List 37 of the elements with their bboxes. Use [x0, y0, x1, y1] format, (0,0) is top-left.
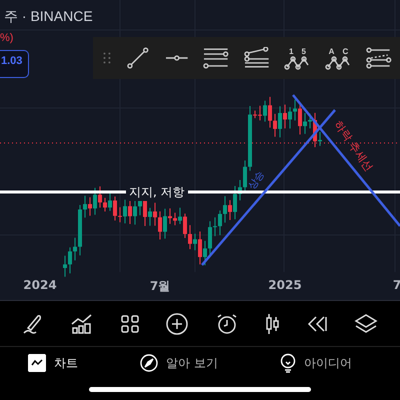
axis-label: 7: [392, 278, 400, 292]
support-label: 지지, 저항: [126, 184, 188, 201]
price-box[interactable]: 1.03: [0, 50, 30, 78]
grid-icon[interactable]: [120, 314, 139, 332]
uptrend-label: 상승: [246, 169, 267, 192]
zigzag-icon[interactable]: [325, 56, 352, 70]
wave-label: 1: [289, 46, 294, 56]
rewind-icon[interactable]: [306, 316, 327, 332]
bar-chart-icon[interactable]: [71, 314, 94, 334]
channel-icon[interactable]: [366, 47, 392, 69]
add-icon[interactable]: [166, 312, 188, 334]
zigzag-icon[interactable]: [284, 56, 310, 70]
compass-icon: [140, 354, 158, 372]
multi-line-icon[interactable]: [244, 47, 270, 69]
candlestick-icon[interactable]: [265, 312, 280, 334]
wave-label: 5: [301, 46, 306, 56]
layers-icon[interactable]: [354, 312, 378, 334]
alarm-clock-icon[interactable]: [216, 312, 238, 334]
tab[interactable]: 알아 보기: [140, 354, 218, 372]
axis-label: 2025: [268, 278, 302, 292]
chart-icon: [28, 354, 46, 372]
axis-label: 7월: [150, 278, 170, 295]
uptrend-line[interactable]: [201, 109, 336, 266]
wave-label: A: [328, 46, 334, 56]
drag-handle-icon[interactable]: [103, 52, 111, 64]
parallel-lines-icon[interactable]: [203, 47, 229, 69]
trend-line-icon[interactable]: [126, 47, 150, 69]
wave-label: C: [342, 46, 348, 56]
brush-icon[interactable]: [22, 312, 44, 334]
tab[interactable]: 아이디어: [280, 353, 352, 373]
horizontal-line-icon[interactable]: [164, 54, 188, 62]
downtrend-line[interactable]: [292, 94, 400, 227]
axis-label: 2024: [23, 278, 57, 292]
price-change: %): [0, 32, 14, 44]
symbol-title: 주 · BINANCE: [3, 8, 93, 26]
tab[interactable]: 차트: [28, 354, 78, 372]
lightbulb-icon: [280, 353, 296, 373]
